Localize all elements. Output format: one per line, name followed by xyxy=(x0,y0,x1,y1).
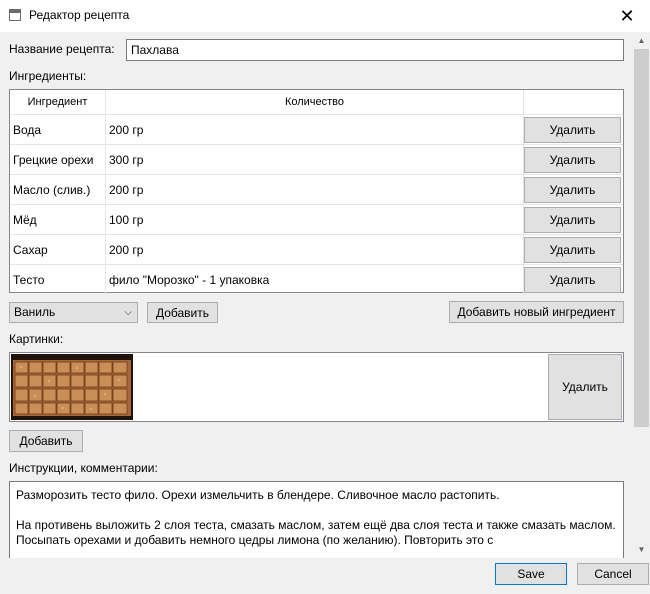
scroll-up-arrow-icon[interactable]: ▲ xyxy=(633,32,650,49)
table-header: Ингредиент Количество xyxy=(10,90,623,115)
ingredient-amount-cell[interactable]: 200 гр xyxy=(106,235,524,265)
delete-ingredient-button[interactable]: Удалить xyxy=(524,177,621,203)
table-row[interactable]: Мёд 100 гр Удалить xyxy=(10,205,623,235)
instructions-paragraph: На противень выложить 2 слоя теста, смаз… xyxy=(16,518,616,547)
delete-ingredient-button[interactable]: Удалить xyxy=(524,207,621,233)
ingredient-name-cell[interactable]: Масло (слив.) xyxy=(10,175,106,205)
images-panel: Удалить xyxy=(9,352,624,422)
table-row[interactable]: Сахар 200 гр Удалить xyxy=(10,235,623,265)
ingredient-name-cell[interactable]: Тесто xyxy=(10,265,106,295)
add-image-button[interactable]: Добавить xyxy=(9,430,83,452)
chevron-down-icon: ⌵ xyxy=(124,307,132,318)
column-header-ingredient[interactable]: Ингредиент xyxy=(10,90,106,115)
instructions-textarea[interactable]: Разморозить тесто фило. Орехи измельчить… xyxy=(9,481,624,558)
editor-content: Название рецепта: Пахлава Ингредиенты: И… xyxy=(0,32,632,558)
add-new-ingredient-button[interactable]: Добавить новый ингредиент xyxy=(449,301,624,323)
column-header-actions xyxy=(524,90,623,115)
window-title: Редактор рецепта xyxy=(29,8,130,22)
table-row[interactable]: Масло (слив.) 200 гр Удалить xyxy=(10,175,623,205)
recipe-name-input[interactable]: Пахлава xyxy=(126,39,624,61)
ingredient-amount-cell[interactable]: 100 гр xyxy=(106,205,524,235)
ingredient-name-cell[interactable]: Грецкие орехи xyxy=(10,145,106,175)
save-button[interactable]: Save xyxy=(495,563,567,585)
delete-ingredient-button[interactable]: Удалить xyxy=(524,147,621,173)
scrollbar-thumb[interactable] xyxy=(634,49,649,427)
ingredient-name-cell[interactable]: Вода xyxy=(10,115,106,145)
ingredient-name-cell[interactable]: Сахар xyxy=(10,235,106,265)
instructions-label: Инструкции, комментарии: xyxy=(9,461,158,475)
ingredient-amount-cell[interactable]: 200 гр xyxy=(106,175,524,205)
recipe-name-label: Название рецепта: xyxy=(9,42,115,56)
cancel-button[interactable]: Cancel xyxy=(577,563,649,585)
ingredient-amount-cell[interactable]: 300 гр xyxy=(106,145,524,175)
ingredient-name-cell[interactable]: Мёд xyxy=(10,205,106,235)
delete-ingredient-button[interactable]: Удалить xyxy=(524,267,621,293)
ingredients-label: Ингредиенты: xyxy=(9,69,87,83)
table-row[interactable]: Вода 200 гр Удалить xyxy=(10,115,623,145)
table-row[interactable]: Тесто фило "Морозко" - 1 упаковка Удалит… xyxy=(10,265,623,295)
ingredient-amount-cell[interactable]: фило "Морозко" - 1 упаковка xyxy=(106,265,524,295)
ingredient-amount-cell[interactable]: 200 гр xyxy=(106,115,524,145)
dialog-footer: Save Cancel xyxy=(0,558,650,594)
column-header-amount[interactable]: Количество xyxy=(106,90,524,115)
recipe-image-thumbnail[interactable] xyxy=(11,354,133,420)
ingredients-table: Ингредиент Количество Вода 200 гр Удалит… xyxy=(9,89,624,295)
app-window-icon xyxy=(9,9,21,21)
title-bar: Редактор рецепта ✕ xyxy=(0,0,650,32)
add-ingredient-button[interactable]: Добавить xyxy=(147,302,218,323)
baklava-picture xyxy=(11,354,133,420)
images-label: Картинки: xyxy=(9,332,64,346)
ingredient-select-value: Ваниль xyxy=(14,305,56,319)
delete-ingredient-button[interactable]: Удалить xyxy=(524,237,621,263)
table-row[interactable]: Грецкие орехи 300 гр Удалить xyxy=(10,145,623,175)
delete-image-button[interactable]: Удалить xyxy=(548,354,622,420)
scroll-down-arrow-icon[interactable]: ▼ xyxy=(633,541,650,558)
instructions-paragraph: Разморозить тесто фило. Орехи измельчить… xyxy=(16,488,500,502)
vertical-scrollbar[interactable]: ▲ ▼ xyxy=(633,32,650,558)
close-icon[interactable]: ✕ xyxy=(604,0,650,32)
ingredient-select[interactable]: Ваниль ⌵ xyxy=(9,302,138,323)
delete-ingredient-button[interactable]: Удалить xyxy=(524,117,621,143)
